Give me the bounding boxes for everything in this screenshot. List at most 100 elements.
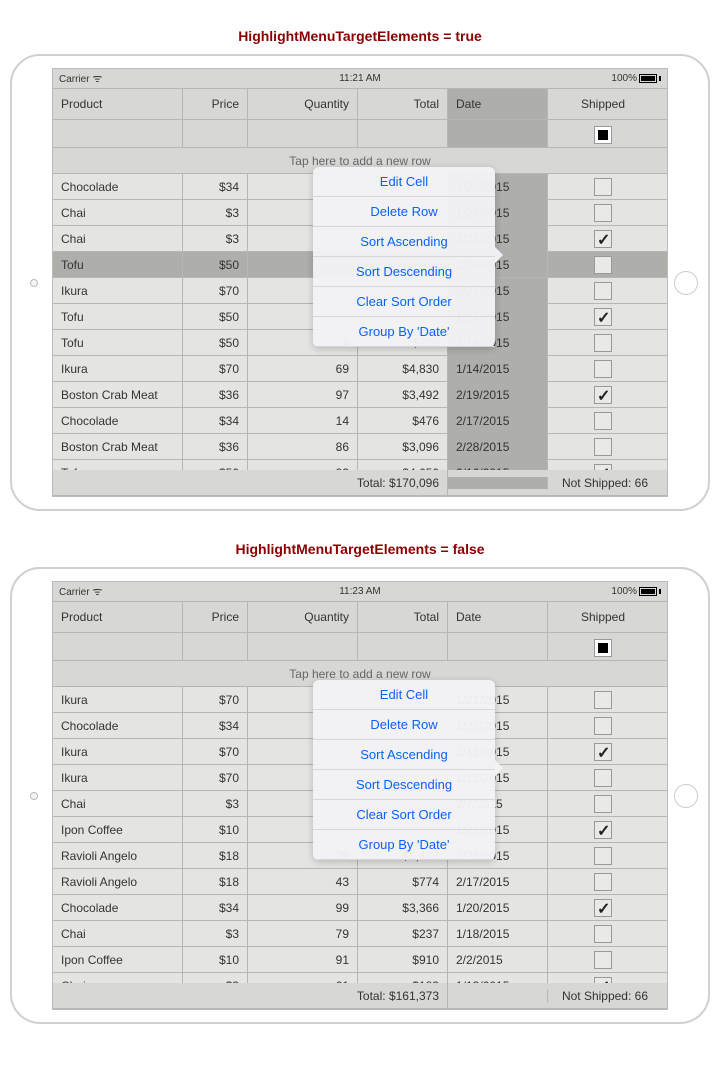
cell-price[interactable]: $50 — [183, 304, 248, 330]
cell-price[interactable]: $34 — [183, 408, 248, 434]
cell-total[interactable]: $3,096 — [358, 434, 448, 460]
cell-date[interactable]: 2/17/2015 — [448, 869, 548, 895]
shipped-checkbox[interactable] — [594, 334, 612, 352]
filter-cell-quantity[interactable] — [248, 120, 358, 147]
cell-quantity[interactable]: 69 — [248, 356, 358, 382]
column-header-price[interactable]: Price — [183, 602, 248, 632]
cell-date[interactable]: 1/18/2015 — [448, 921, 548, 947]
cell-price[interactable]: $50 — [183, 330, 248, 356]
cell-product[interactable]: Chocolade — [53, 895, 183, 921]
filter-shipped-checkbox[interactable] — [594, 639, 612, 657]
cell-quantity[interactable]: 97 — [248, 382, 358, 408]
shipped-checkbox[interactable] — [594, 951, 612, 969]
shipped-checkbox[interactable] — [594, 464, 612, 471]
cell-price[interactable]: $50 — [183, 460, 248, 471]
cell-product[interactable]: Chocolade — [53, 408, 183, 434]
filter-cell-product[interactable] — [53, 633, 183, 660]
shipped-checkbox[interactable] — [594, 977, 612, 984]
cell-total[interactable]: $4,650 — [358, 460, 448, 471]
table-row[interactable]: Chai$361$1831/13/2015 — [53, 973, 667, 983]
cell-quantity[interactable]: 91 — [248, 947, 358, 973]
cell-quantity[interactable]: 93 — [248, 460, 358, 471]
filter-cell-product[interactable] — [53, 120, 183, 147]
shipped-checkbox[interactable] — [594, 178, 612, 196]
cell-quantity[interactable]: 61 — [248, 973, 358, 984]
cell-price[interactable]: $70 — [183, 278, 248, 304]
cell-quantity[interactable]: 99 — [248, 895, 358, 921]
shipped-checkbox[interactable] — [594, 795, 612, 813]
filter-cell-date[interactable] — [448, 633, 548, 660]
shipped-checkbox[interactable] — [594, 691, 612, 709]
shipped-checkbox[interactable] — [594, 308, 612, 326]
shipped-checkbox[interactable] — [594, 873, 612, 891]
cell-product[interactable]: Chai — [53, 200, 183, 226]
cell-total[interactable]: $910 — [358, 947, 448, 973]
filter-cell-shipped[interactable] — [548, 120, 658, 147]
filter-cell-price[interactable] — [183, 633, 248, 660]
filter-cell-price[interactable] — [183, 120, 248, 147]
filter-cell-total[interactable] — [358, 633, 448, 660]
cell-price[interactable]: $3 — [183, 200, 248, 226]
shipped-checkbox[interactable] — [594, 438, 612, 456]
cell-product[interactable]: Chai — [53, 226, 183, 252]
cell-date[interactable]: 2/19/2015 — [448, 382, 548, 408]
table-row[interactable]: Boston Crab Meat$3697$3,4922/19/2015 — [53, 382, 667, 408]
shipped-checkbox[interactable] — [594, 360, 612, 378]
cell-product[interactable]: Chai — [53, 921, 183, 947]
cell-price[interactable]: $10 — [183, 817, 248, 843]
cell-total[interactable]: $774 — [358, 869, 448, 895]
menu-item-4[interactable]: Clear Sort Order — [313, 800, 495, 830]
cell-product[interactable]: Boston Crab Meat — [53, 434, 183, 460]
cell-price[interactable]: $70 — [183, 765, 248, 791]
cell-product[interactable]: Ipon Coffee — [53, 947, 183, 973]
menu-item-4[interactable]: Clear Sort Order — [313, 287, 495, 317]
filter-cell-total[interactable] — [358, 120, 448, 147]
menu-item-2[interactable]: Sort Ascending — [313, 740, 495, 770]
cell-price[interactable]: $70 — [183, 687, 248, 713]
column-header-date[interactable]: Date — [448, 602, 548, 632]
cell-shipped[interactable] — [548, 971, 658, 984]
cell-product[interactable]: Ikura — [53, 278, 183, 304]
cell-date[interactable]: 1/13/2015 — [448, 973, 548, 984]
table-row[interactable]: Chai$379$2371/18/2015 — [53, 921, 667, 947]
table-row[interactable]: Chocolade$3414$4762/17/2015 — [53, 408, 667, 434]
shipped-checkbox[interactable] — [594, 899, 612, 917]
cell-price[interactable]: $18 — [183, 869, 248, 895]
menu-item-3[interactable]: Sort Descending — [313, 257, 495, 287]
cell-product[interactable]: Ikura — [53, 765, 183, 791]
column-header-quantity[interactable]: Quantity — [248, 602, 358, 632]
table-row[interactable]: Boston Crab Meat$3686$3,0962/28/2015 — [53, 434, 667, 460]
table-row[interactable]: Tofu$5093$4,6502/16/2015 — [53, 460, 667, 470]
cell-product[interactable]: Tofu — [53, 460, 183, 471]
cell-total[interactable]: $183 — [358, 973, 448, 984]
cell-date[interactable]: 2/2/2015 — [448, 947, 548, 973]
cell-product[interactable]: Chocolade — [53, 713, 183, 739]
cell-product[interactable]: Chocolade — [53, 174, 183, 200]
cell-price[interactable]: $10 — [183, 947, 248, 973]
cell-product[interactable]: Ipon Coffee — [53, 817, 183, 843]
table-row[interactable]: Ravioli Angelo$1843$7742/17/2015 — [53, 869, 667, 895]
cell-product[interactable]: Chai — [53, 791, 183, 817]
column-header-shipped[interactable]: Shipped — [548, 602, 658, 632]
column-header-total[interactable]: Total — [358, 89, 448, 119]
menu-item-1[interactable]: Delete Row — [313, 710, 495, 740]
shipped-checkbox[interactable] — [594, 925, 612, 943]
cell-price[interactable]: $70 — [183, 356, 248, 382]
cell-price[interactable]: $70 — [183, 739, 248, 765]
cell-product[interactable]: Chai — [53, 973, 183, 984]
shipped-checkbox[interactable] — [594, 717, 612, 735]
cell-price[interactable]: $3 — [183, 791, 248, 817]
cell-total[interactable]: $3,366 — [358, 895, 448, 921]
column-header-quantity[interactable]: Quantity — [248, 89, 358, 119]
shipped-checkbox[interactable] — [594, 230, 612, 248]
cell-product[interactable]: Tofu — [53, 252, 183, 278]
cell-date[interactable]: 1/14/2015 — [448, 356, 548, 382]
shipped-checkbox[interactable] — [594, 256, 612, 274]
menu-item-1[interactable]: Delete Row — [313, 197, 495, 227]
cell-product[interactable]: Tofu — [53, 330, 183, 356]
shipped-checkbox[interactable] — [594, 847, 612, 865]
shipped-checkbox[interactable] — [594, 282, 612, 300]
cell-date[interactable]: 2/16/2015 — [448, 460, 548, 471]
table-row[interactable]: Ikura$7069$4,8301/14/2015 — [53, 356, 667, 382]
cell-price[interactable]: $36 — [183, 382, 248, 408]
